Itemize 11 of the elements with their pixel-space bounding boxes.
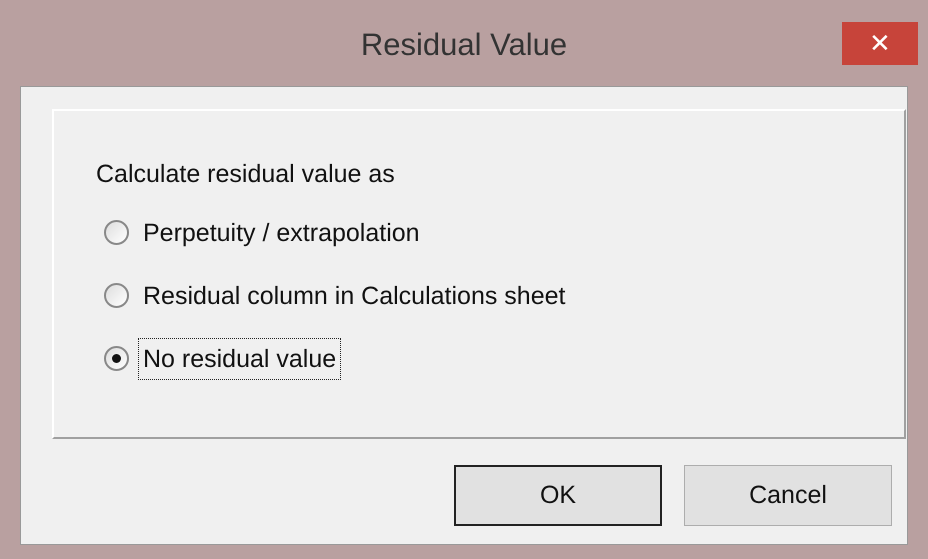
radio-button[interactable] [104, 283, 129, 308]
option-label[interactable]: Residual column in Calculations sheet [139, 276, 570, 316]
close-button[interactable]: ✕ [842, 22, 918, 65]
cancel-button[interactable]: Cancel [684, 465, 892, 526]
group-label: Calculate residual value as [96, 159, 396, 189]
option-label[interactable]: No residual value [139, 338, 340, 378]
window-title: Residual Value [360, 26, 568, 64]
ok-button[interactable]: OK [454, 465, 662, 526]
radio-button[interactable] [104, 346, 129, 371]
option-label[interactable]: Perpetuity / extrapolation [139, 212, 424, 252]
radio-button[interactable] [104, 220, 129, 245]
